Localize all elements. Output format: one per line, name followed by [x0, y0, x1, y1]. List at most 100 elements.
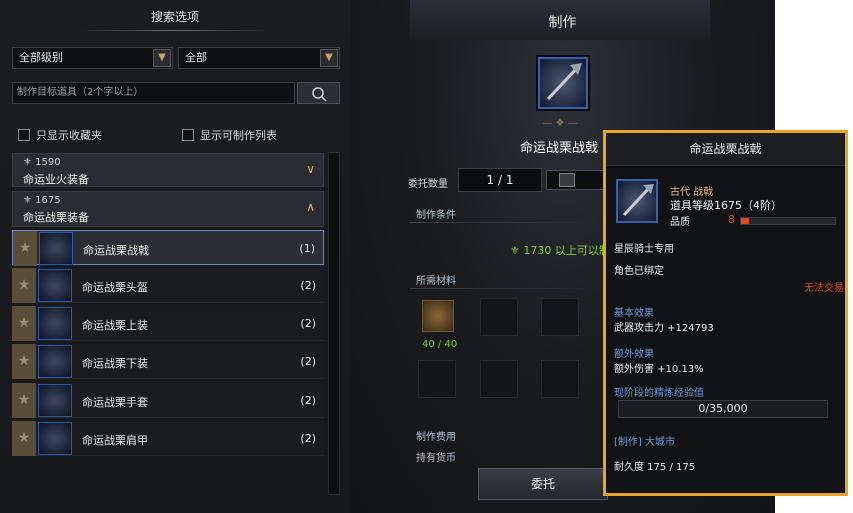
list-scrollbar[interactable] [328, 152, 340, 495]
material-slot [541, 360, 579, 398]
search-button[interactable] [297, 82, 340, 104]
chevron-down-icon[interactable]: ▼ [320, 49, 338, 67]
list-item[interactable]: ★ 命运战栗头盔 (2) [12, 268, 324, 303]
gloves-icon [38, 384, 72, 417]
craftable-checkbox[interactable]: 显示可制作列表 [182, 128, 277, 142]
item-count: (1) [299, 242, 315, 255]
material-slot [541, 298, 579, 336]
group-name: 命运业火装备 [23, 173, 89, 186]
currency-label: 持有货币 [416, 453, 456, 464]
leg-armor-icon [38, 345, 72, 378]
craft-condition: ⚜ 1730 以上可以制 [510, 244, 610, 257]
grade-filter-value: 全部级别 [19, 51, 63, 64]
tooltip-grade-type: 古代 战戟 [670, 187, 714, 198]
shoulder-armor-icon [38, 422, 72, 455]
craft-item-name: 命运战栗战戟 [520, 141, 599, 156]
slider-handle[interactable] [559, 173, 575, 187]
divider [410, 222, 610, 223]
item-count: (2) [300, 394, 316, 407]
item-name: 命运战栗肩甲 [82, 434, 148, 447]
list-item[interactable]: ★ 命运战栗肩甲 (2) [12, 421, 324, 456]
favorite-star-icon[interactable]: ★ [12, 306, 36, 341]
material-icon[interactable] [422, 300, 454, 332]
group-level: ⚜ 1590 [23, 157, 61, 168]
material-slot [480, 360, 518, 398]
tooltip-untradable: 无法交易 [804, 283, 844, 294]
quantity-field[interactable]: 1 / 1 [458, 168, 542, 192]
material-slot [480, 298, 518, 336]
quantity-label: 委托数量 [408, 179, 448, 190]
craft-title: 制作 [548, 15, 577, 31]
halberd-icon [616, 179, 658, 223]
tooltip-durability: 耐久度 175 / 175 [614, 462, 696, 473]
search-options-title: 搜索选项 [150, 10, 199, 24]
search-panel: 搜索选项 全部级别 ▼ 全部 ▼ 制作目标道具（2个字以上） 只显示收藏夹 显示… [0, 0, 350, 513]
halberd-icon [39, 232, 73, 265]
list-item[interactable]: ★ 命运战栗上装 (2) [12, 306, 324, 341]
group-header-1590[interactable]: ⚜ 1590 命运业火装备 ∨ [12, 153, 324, 187]
material-count: 40 / 40 [422, 339, 458, 350]
tooltip-quality-label: 品质 [670, 217, 690, 228]
list-item[interactable]: ★ 命运战栗下装 (2) [12, 344, 324, 379]
refine-xp-bar: 0/35,000 [618, 400, 828, 418]
quantity-slider[interactable] [546, 170, 604, 190]
grade-filter-dropdown[interactable]: 全部级别 ▼ [12, 47, 173, 69]
quality-bar [740, 217, 836, 225]
item-count: (2) [300, 317, 316, 330]
craftable-label: 显示可制作列表 [200, 129, 277, 142]
title-divider [80, 30, 270, 31]
chevron-up-icon[interactable]: ∧ [306, 200, 315, 214]
halberd-art [546, 63, 582, 101]
item-tooltip: 命运战栗战戟 古代 战戟 道具等级1675（4阶） 品质 8 星辰骑士专用 角色… [603, 130, 848, 496]
item-count: (2) [300, 355, 316, 368]
item-name: 命运战栗手套 [82, 396, 148, 409]
search-input[interactable]: 制作目标道具（2个字以上） [12, 82, 295, 104]
divider [410, 288, 610, 289]
type-filter-value: 全部 [185, 51, 207, 64]
item-name: 命运战栗头盔 [82, 281, 148, 294]
group-name: 命运战栗装备 [23, 211, 89, 224]
cost-label: 制作费用 [416, 432, 456, 443]
tooltip-extra-effect: 额外伤害 +10.13% [614, 364, 704, 375]
tooltip-title: 命运战栗战戟 [606, 133, 845, 166]
item-name: 命运战栗下装 [82, 357, 148, 370]
tooltip-craft-location: [制作] 大城市 [614, 437, 675, 448]
chevron-down-icon[interactable]: ▼ [153, 49, 171, 67]
favorite-star-icon[interactable]: ★ [12, 344, 36, 379]
halberd-art [622, 184, 654, 217]
item-name: 命运战栗上装 [82, 319, 148, 332]
conditions-label: 制作条件 [416, 210, 456, 221]
helmet-icon [38, 269, 72, 302]
checkbox-box[interactable] [182, 129, 194, 141]
tooltip-bound: 角色已绑定 [614, 266, 664, 277]
favorite-star-icon[interactable]: ★ [12, 268, 36, 303]
tooltip-quality-value: 8 [728, 213, 735, 226]
type-filter-dropdown[interactable]: 全部 ▼ [178, 47, 340, 69]
group-header-1675[interactable]: ⚜ 1675 命运战栗装备 ∧ [12, 191, 324, 227]
favorites-label: 只显示收藏夹 [36, 129, 102, 142]
commission-button[interactable]: 委托 [478, 468, 608, 500]
search-icon [312, 87, 327, 102]
tooltip-extra-effect-label: 额外效果 [614, 349, 654, 360]
favorite-star-icon[interactable]: ★ [13, 231, 37, 266]
item-count: (2) [300, 432, 316, 445]
item-count: (2) [300, 279, 316, 292]
material-slot [418, 360, 456, 398]
chest-armor-icon [38, 307, 72, 340]
materials-label: 所需材料 [416, 276, 456, 287]
list-item[interactable]: ★ 命运战栗战戟 (1) [12, 230, 324, 266]
group-level: ⚜ 1675 [23, 195, 61, 206]
quality-bar-fill [741, 218, 749, 224]
item-name: 命运战栗战戟 [83, 244, 149, 257]
favorite-star-icon[interactable]: ★ [12, 383, 36, 418]
checkbox-box[interactable] [18, 129, 30, 141]
halberd-icon [538, 57, 588, 109]
tooltip-xp-label: 现阶段的精炼经验值 [614, 388, 704, 399]
list-item[interactable]: ★ 命运战栗手套 (2) [12, 383, 324, 418]
tooltip-item-level: 道具等级1675（4阶） [670, 199, 782, 212]
tooltip-class-only: 星辰骑士专用 [614, 244, 674, 255]
favorite-star-icon[interactable]: ★ [12, 421, 36, 456]
tooltip-base-effect-label: 基本效果 [614, 308, 654, 319]
favorites-checkbox[interactable]: 只显示收藏夹 [18, 128, 102, 142]
chevron-down-icon[interactable]: ∨ [306, 162, 315, 176]
